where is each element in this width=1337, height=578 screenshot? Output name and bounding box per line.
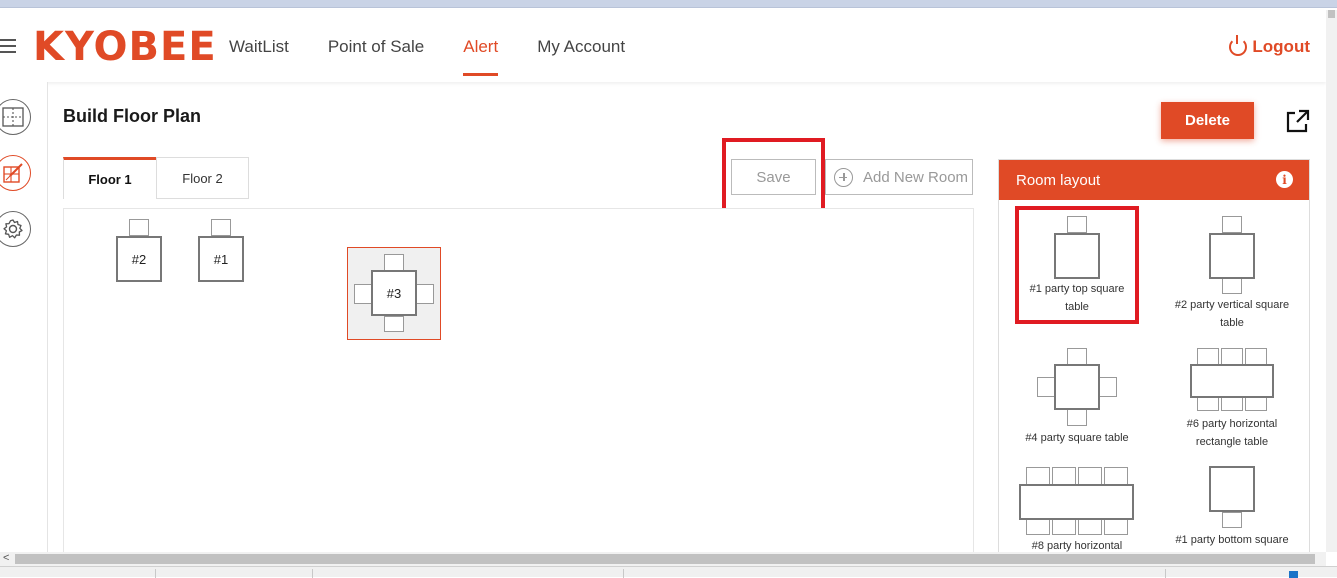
brand-logo[interactable]: KYOBEE xyxy=(33,24,217,70)
delete-button[interactable]: Delete xyxy=(1161,102,1254,139)
add-new-room-button[interactable]: Add New Room xyxy=(825,159,973,195)
layout-table-shape xyxy=(1209,466,1255,512)
table-chair xyxy=(1099,377,1117,397)
tab-floor-1[interactable]: Floor 1 xyxy=(63,157,156,199)
room-item-label: #1 party bottom square xyxy=(1175,534,1289,546)
table-chair xyxy=(1052,519,1076,535)
layout-table-shape xyxy=(1054,364,1100,410)
left-tool-rail xyxy=(0,82,48,552)
room-layout-header: Room layout i xyxy=(999,160,1309,200)
gear-icon xyxy=(3,219,23,239)
vertical-scrollbar-thumb[interactable] xyxy=(1328,10,1335,18)
table-edit-icon xyxy=(3,163,23,183)
table-chair xyxy=(384,316,404,332)
table-chair xyxy=(1222,216,1242,233)
tab-floor-2[interactable]: Floor 2 xyxy=(156,157,249,199)
table-chair xyxy=(416,284,434,304)
nav-waitlist[interactable]: WaitList xyxy=(229,37,289,57)
room-item-label: #6 party horizontal rectangle table xyxy=(1186,418,1278,448)
canvas-table-2[interactable]: #2 xyxy=(116,236,162,282)
horizontal-scrollbar[interactable]: < xyxy=(0,552,1326,566)
layout-table-shape xyxy=(1019,484,1134,520)
browser-top-strip xyxy=(0,0,1337,8)
floor-tabs: Floor 1 Floor 2 xyxy=(63,157,249,199)
table-chair xyxy=(129,219,149,236)
table-chair xyxy=(1104,519,1128,535)
table-chair xyxy=(1197,348,1219,365)
table-chair xyxy=(1067,348,1087,365)
table-chair xyxy=(1245,348,1267,365)
room-item-label: #1 party top square table xyxy=(1029,283,1125,313)
table-edit-button[interactable] xyxy=(0,155,31,191)
canvas-table-3[interactable]: #3 xyxy=(371,270,417,316)
room-item-label: #4 party square table xyxy=(1025,432,1129,444)
save-button[interactable]: Save xyxy=(731,159,816,195)
vertical-scrollbar[interactable] xyxy=(1326,10,1337,552)
main-nav: WaitList Point of Sale Alert My Account xyxy=(229,37,664,76)
table-chair xyxy=(1052,467,1076,485)
table-chair xyxy=(211,219,231,236)
room-item-label: #2 party vertical square table xyxy=(1174,299,1290,329)
layout-table-shape xyxy=(1190,364,1274,398)
table-chair xyxy=(1067,409,1087,426)
floor-plan-icon xyxy=(2,107,24,127)
table-chair xyxy=(1221,397,1243,411)
table-chair xyxy=(384,254,404,271)
layout-table-shape xyxy=(1054,233,1100,279)
table-chair xyxy=(1026,467,1050,485)
room-layout-title: Room layout xyxy=(1016,171,1101,189)
status-bar xyxy=(0,566,1337,578)
floor-plan-button[interactable] xyxy=(0,99,31,135)
table-chair xyxy=(1222,512,1242,528)
table-chair xyxy=(1078,467,1102,485)
settings-button[interactable] xyxy=(0,211,31,247)
page-title: Build Floor Plan xyxy=(63,106,201,126)
table-chair xyxy=(1245,397,1267,411)
logout-label: Logout xyxy=(1252,37,1310,56)
nav-alert[interactable]: Alert xyxy=(463,37,498,76)
nav-point-of-sale[interactable]: Point of Sale xyxy=(328,37,424,57)
table-chair xyxy=(1037,377,1055,397)
hamburger-menu-icon[interactable] xyxy=(0,39,16,53)
app-header: KYOBEE WaitList Point of Sale Alert My A… xyxy=(0,10,1326,82)
logout-button[interactable]: Logout xyxy=(1229,35,1310,57)
layout-table-shape xyxy=(1209,233,1255,279)
table-chair xyxy=(1067,216,1087,233)
canvas-table-1[interactable]: #1 xyxy=(198,236,244,282)
table-chair xyxy=(354,284,372,304)
add-new-room-label: Add New Room xyxy=(863,168,969,186)
scroll-left-arrow-icon[interactable]: < xyxy=(3,552,9,564)
external-link-icon xyxy=(1286,109,1310,133)
popout-button[interactable] xyxy=(1286,109,1310,133)
power-icon xyxy=(1229,35,1248,56)
horizontal-scrollbar-thumb[interactable] xyxy=(15,554,1315,564)
info-icon[interactable]: i xyxy=(1276,171,1293,188)
table-chair xyxy=(1197,397,1219,411)
table-chair xyxy=(1078,519,1102,535)
room-item-label: #8 party horizontal xyxy=(1031,540,1123,552)
nav-my-account[interactable]: My Account xyxy=(537,37,625,57)
plus-circle-icon xyxy=(834,167,853,187)
table-chair xyxy=(1026,519,1050,535)
table-chair xyxy=(1221,348,1243,365)
table-chair xyxy=(1104,467,1128,485)
table-chair xyxy=(1222,278,1242,294)
